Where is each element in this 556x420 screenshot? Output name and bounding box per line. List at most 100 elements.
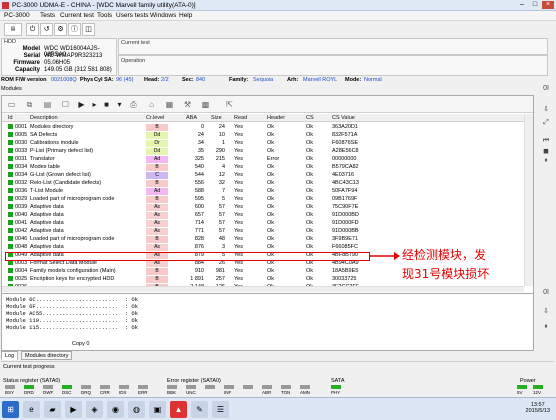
grid-icon[interactable]: ▩ bbox=[200, 99, 211, 110]
col-cs[interactable]: CS bbox=[306, 115, 314, 121]
col-description[interactable]: Description bbox=[30, 115, 58, 121]
power-icon[interactable]: ⏻ bbox=[26, 23, 39, 36]
bits-bottom-icon[interactable]: 0I bbox=[540, 289, 552, 299]
col-size[interactable]: Size bbox=[211, 115, 222, 121]
table-row[interactable]: 0032 Relo-List (Candidate defects) 556 32 Ye… bbox=[2, 179, 524, 187]
export-icon[interactable]: ⇱ bbox=[224, 99, 235, 110]
table-row[interactable]: 0030 Calibrations module 34 1 Yes Ok Ok F60876S… bbox=[2, 139, 524, 147]
table-row[interactable]: 0034 G-List (Grown defect list) 544 12 Yes Ok… bbox=[2, 171, 524, 179]
paste-icon[interactable]: ▤ bbox=[42, 99, 53, 110]
cell-cs: Ok bbox=[306, 155, 314, 162]
pause-icon[interactable]: ⏸ bbox=[540, 157, 552, 167]
system-clock[interactable]: 13:57 2015/5/13 bbox=[526, 402, 550, 414]
task-app2-icon[interactable]: ◉ bbox=[107, 401, 124, 418]
maximize-button[interactable]: □ bbox=[529, 1, 541, 9]
start-button[interactable]: ⊞ bbox=[2, 401, 19, 418]
minimize-button[interactable]: – bbox=[516, 1, 528, 9]
cell-desc: T-List Module bbox=[30, 187, 64, 194]
copy-icon[interactable]: ⧉ bbox=[24, 99, 35, 110]
table-row[interactable]: 0046 Loaded part of microprogram code 828 4… bbox=[2, 235, 524, 243]
cell-crlevel: B bbox=[146, 179, 168, 187]
menu-users-tests[interactable]: Users tests bbox=[116, 12, 149, 19]
scan-icon[interactable]: ◫ bbox=[82, 23, 95, 36]
module-icon[interactable]: ⌂ bbox=[146, 99, 157, 110]
table-row[interactable]: 0039 Adaptive data 600 57 Yes Ok Ok 75C90F7E As bbox=[2, 203, 524, 211]
task-folder-icon[interactable]: ▰ bbox=[44, 401, 61, 418]
reset-icon[interactable]: ↺ bbox=[40, 23, 53, 36]
table-row[interactable]: 0034 Modes table 540 4 Yes Ok Ok B579CA82 B bbox=[2, 163, 524, 171]
cell-cs: Ok bbox=[306, 195, 314, 202]
col-header[interactable]: Header bbox=[267, 115, 285, 121]
task-app6-icon[interactable]: ☰ bbox=[212, 401, 229, 418]
tools-icon[interactable]: ⚒ bbox=[182, 99, 193, 110]
task-app-icon[interactable]: ◈ bbox=[86, 401, 103, 418]
status-led bbox=[281, 385, 291, 389]
task-media-icon[interactable]: ▶ bbox=[65, 401, 82, 418]
task-pc3000-icon[interactable]: ▲ bbox=[170, 401, 187, 418]
table-horizontal-scrollbar[interactable] bbox=[2, 286, 524, 292]
close-button[interactable]: × bbox=[542, 1, 554, 9]
operation-panel: Operation bbox=[118, 55, 548, 76]
status-led bbox=[43, 385, 53, 389]
pause-bottom-icon[interactable]: ⏸ bbox=[540, 323, 552, 333]
cell-read: Yes bbox=[234, 171, 243, 178]
cell-id: 0033 bbox=[15, 147, 28, 154]
col-aba[interactable]: ABA bbox=[186, 115, 197, 121]
play-icon[interactable]: ▶ bbox=[76, 99, 87, 110]
cyl-value: 96 (45) bbox=[116, 77, 134, 83]
copy-bottom-icon[interactable]: ⇩ bbox=[540, 307, 552, 317]
led-label: BBK bbox=[167, 390, 177, 395]
tab-modules-directory[interactable]: Modules directory bbox=[21, 351, 73, 360]
dropdown-icon[interactable]: ▾ bbox=[114, 99, 125, 110]
new-icon[interactable]: ▭ bbox=[6, 99, 17, 110]
cell-aba: 1 891 bbox=[190, 275, 204, 282]
settings-icon[interactable]: ⚙ bbox=[54, 23, 67, 36]
menu-pc3000[interactable]: PC-3000 bbox=[4, 12, 30, 19]
info-icon[interactable]: ⓘ bbox=[68, 23, 81, 36]
module-status-icon bbox=[8, 140, 13, 145]
cell-aba: 771 bbox=[194, 227, 204, 234]
sata0-button[interactable]: ▤ bbox=[4, 23, 22, 36]
col-read[interactable]: Read bbox=[234, 115, 247, 121]
table-row[interactable]: 0001 Modules directory 0 24 Yes Ok Ok 363A20D1 B bbox=[2, 123, 524, 131]
status-led bbox=[224, 385, 234, 389]
cell-crlevel: Dd bbox=[146, 147, 168, 155]
menu-tests[interactable]: Tests bbox=[40, 12, 55, 19]
status-led bbox=[262, 385, 272, 389]
cell-size: 3 bbox=[221, 243, 225, 250]
copy-tool-icon[interactable]: ⇩ bbox=[540, 105, 552, 115]
table-row[interactable]: 0033 P-List (Primary defect list) 35 290 Yes… bbox=[2, 147, 524, 155]
window-title: PC-3000 UDMA-E - CHINA - [WDC Marvell fa… bbox=[12, 2, 196, 9]
col-csvalue[interactable]: CS Value bbox=[332, 115, 355, 121]
print-icon[interactable]: ⎙ bbox=[128, 99, 139, 110]
table-row[interactable]: 0005 SA Defects 24 10 Yes Ok Ok 832F571A Dd bbox=[2, 131, 524, 139]
table-row[interactable]: 0041 Adaptive data 714 57 Yes Ok Ok 91D000FD As bbox=[2, 219, 524, 227]
cell-read: Yes bbox=[234, 123, 243, 130]
stop-icon[interactable]: ■ bbox=[101, 99, 112, 110]
table-row[interactable]: 0029 Loaded part of microprogram code 595 5… bbox=[2, 195, 524, 203]
menu-help[interactable]: Help bbox=[179, 12, 192, 19]
task-app4-icon[interactable]: ▣ bbox=[149, 401, 166, 418]
first-icon[interactable]: ⏮ bbox=[540, 137, 552, 147]
check-icon[interactable]: ☐ bbox=[60, 99, 71, 110]
table-row[interactable]: 0031 Translator 325 215 Yes Error Ok 00000000 Ad bbox=[2, 155, 524, 163]
stop-tool-icon[interactable]: ◼ bbox=[540, 147, 552, 157]
save-icon[interactable]: ▦ bbox=[164, 99, 175, 110]
task-app5-icon[interactable]: ✎ bbox=[191, 401, 208, 418]
table-row[interactable]: 0042 Adaptive data 771 57 Yes Ok Ok 91D000BB As bbox=[2, 227, 524, 235]
table-row[interactable]: 0036 T-List Module 588 7 Yes Ok Ok 50FA7F94 Ad bbox=[2, 187, 524, 195]
expand-icon[interactable]: ⤢ bbox=[540, 119, 552, 129]
play-next-icon[interactable]: ▸ bbox=[89, 99, 100, 110]
menu-windows[interactable]: Windows bbox=[150, 12, 176, 19]
menu-current-test[interactable]: Current test bbox=[60, 12, 94, 19]
task-app3-icon[interactable]: ◍ bbox=[128, 401, 145, 418]
task-ie-icon[interactable]: e bbox=[23, 401, 40, 418]
col-crlevel[interactable]: Cr.level bbox=[146, 115, 164, 121]
col-id[interactable]: Id bbox=[8, 115, 13, 121]
tab-log[interactable]: Log bbox=[1, 351, 19, 360]
modules-tab[interactable]: Modules bbox=[1, 86, 31, 94]
table-row[interactable]: 0040 Adaptive data 657 57 Yes Ok Ok 91D000BD As bbox=[2, 211, 524, 219]
cell-csv: 91D000BD bbox=[332, 211, 359, 218]
bits-icon[interactable]: 0I bbox=[540, 85, 552, 95]
menu-tools[interactable]: Tools bbox=[97, 12, 112, 19]
